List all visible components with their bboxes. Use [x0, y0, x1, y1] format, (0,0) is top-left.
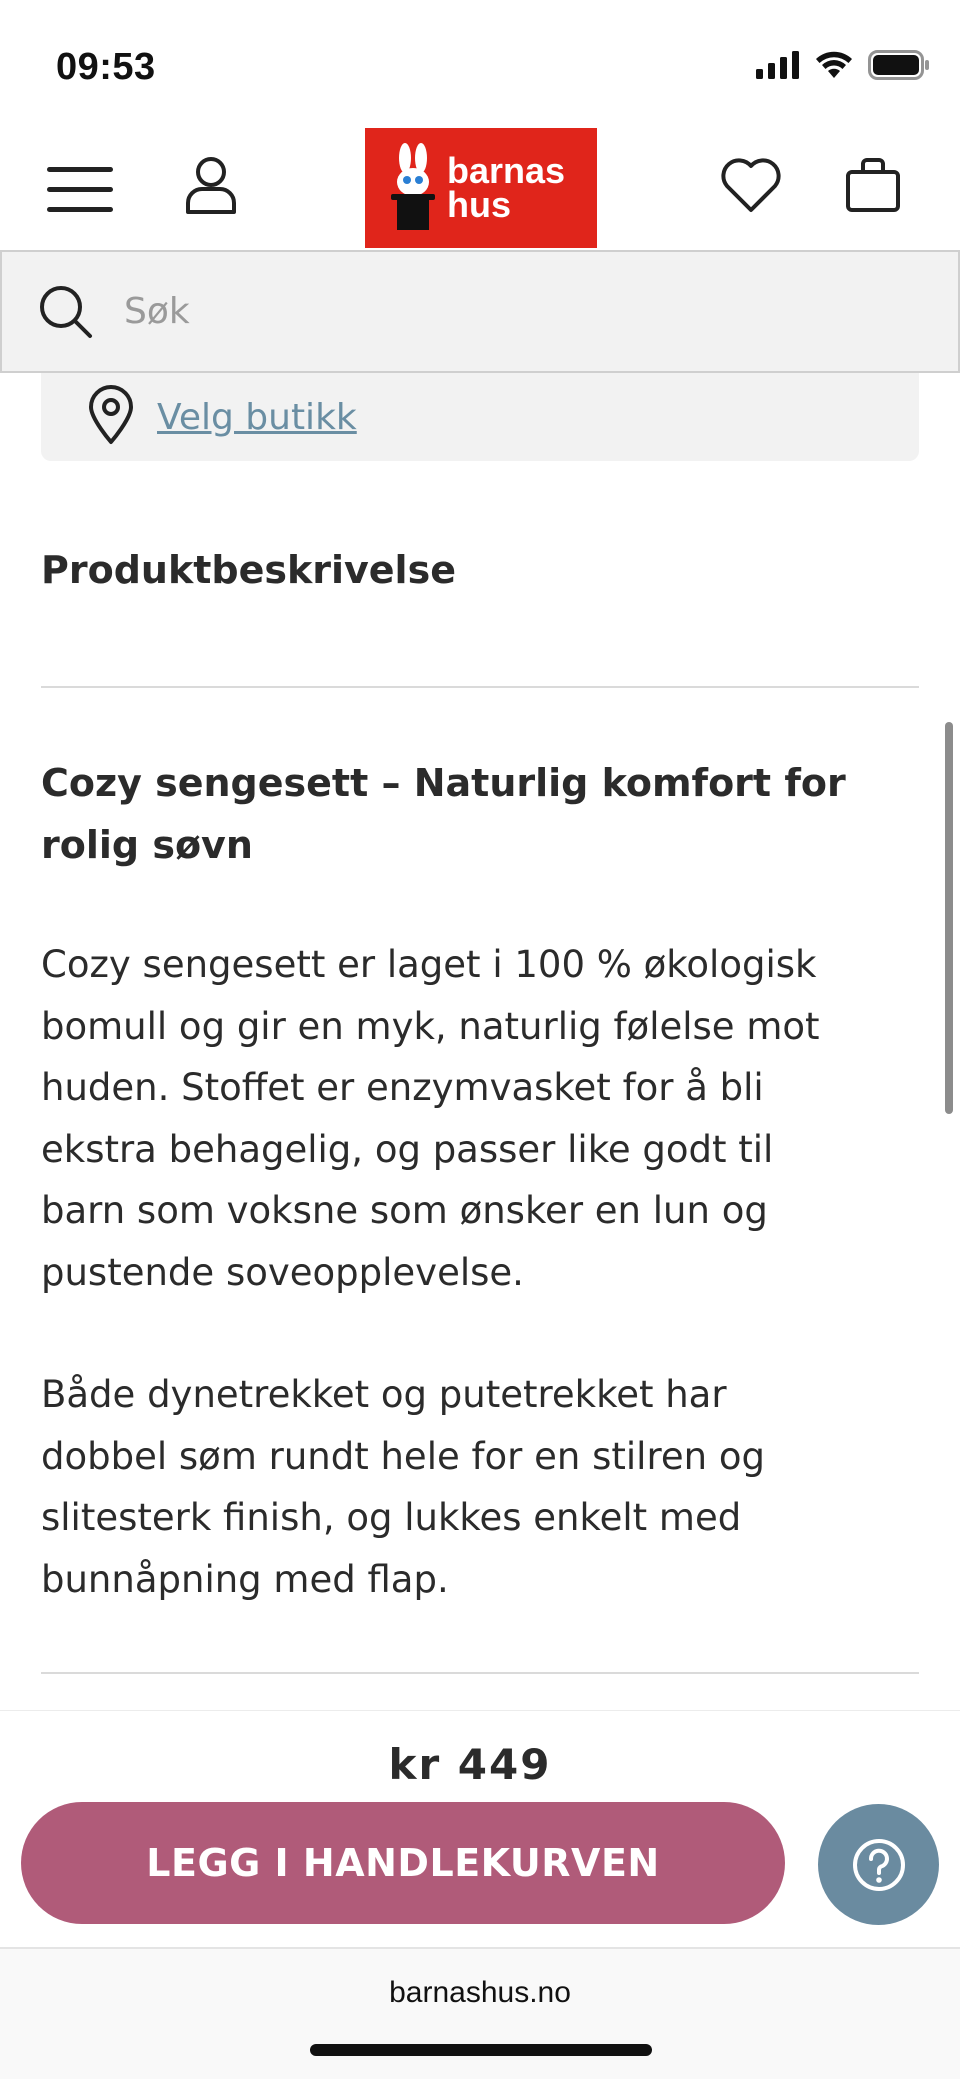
- battery-icon: [868, 50, 929, 80]
- description-paragraph-2: Både dynetrekket og putetrekket har dobb…: [41, 1364, 921, 1610]
- divider: [41, 686, 919, 688]
- question-mark-icon: [852, 1838, 905, 1891]
- location-pin-icon: [89, 385, 133, 444]
- paragraph-line: Cozy sengesett er laget i 100 % økologis…: [41, 943, 817, 986]
- paragraph-line: bunnåpning med flap.: [41, 1557, 449, 1601]
- page-scrollbar[interactable]: [945, 722, 953, 1114]
- store-selector: Velg butikk: [41, 373, 919, 461]
- product-description-title[interactable]: Produktbeskrivelse: [41, 548, 456, 592]
- paragraph-line: pustende soveopplevelse.: [41, 1250, 524, 1294]
- product-heading: Cozy sengesett – Naturlig komfort for ro…: [41, 752, 901, 876]
- divider: [41, 1672, 919, 1674]
- logo-line-1: barnas: [447, 150, 566, 191]
- paragraph-line: huden. Stoffet er enzymvasket for å bli: [41, 1066, 764, 1109]
- search-icon: [40, 285, 92, 338]
- search-field[interactable]: Søk: [0, 250, 960, 373]
- product-price: kr 449: [388, 1740, 552, 1789]
- status-bar: 09:53: [0, 0, 960, 120]
- paragraph-line: barn som voksne som ønsker en lun og: [41, 1189, 768, 1232]
- hamburger-menu-icon: [47, 167, 113, 212]
- search-placeholder: Søk: [124, 291, 190, 332]
- url-text[interactable]: barnashus.no: [0, 1976, 960, 2010]
- heart-icon: [721, 158, 781, 212]
- cart-button-header[interactable]: [838, 150, 908, 220]
- product-heading-line: rolig søvn: [41, 823, 253, 867]
- add-to-cart-button[interactable]: LEGG I HANDLEKURVEN: [21, 1802, 785, 1924]
- paragraph-line: Både dynetrekket og putetrekket har: [41, 1373, 727, 1416]
- help-button[interactable]: [818, 1804, 939, 1925]
- wifi-icon: [816, 51, 852, 78]
- menu-button[interactable]: [40, 160, 120, 220]
- home-indicator[interactable]: [310, 2044, 652, 2056]
- description-paragraph-1: Cozy sengesett er laget i 100 % økologis…: [41, 934, 921, 1303]
- cellular-signal-icon: [756, 51, 799, 79]
- wishlist-button[interactable]: [716, 150, 786, 220]
- paragraph-line: dobbel søm rundt hele for en stilren og: [41, 1434, 765, 1478]
- logo-line-2: hus: [447, 184, 512, 225]
- shopping-bag-icon: [846, 158, 900, 212]
- status-icons: [756, 50, 930, 80]
- paragraph-line: bomull og gir en myk, naturlig følelse m…: [41, 1004, 820, 1048]
- logo-text: barnas hus: [447, 150, 566, 225]
- rabbit-in-hat-icon: [391, 143, 435, 230]
- site-logo[interactable]: barnas hus: [365, 128, 597, 248]
- product-heading-line: Cozy sengesett – Naturlig komfort for: [41, 761, 846, 805]
- paragraph-line: ekstra behagelig, og passer like godt ti…: [41, 1127, 774, 1171]
- choose-store-link[interactable]: Velg butikk: [157, 397, 357, 438]
- account-button[interactable]: [178, 150, 244, 220]
- status-time: 09:53: [56, 46, 156, 88]
- browser-url-bar: [0, 1947, 960, 2079]
- paragraph-line: slitesterk finish, og lukkes enkelt med: [41, 1496, 742, 1539]
- user-icon: [186, 157, 236, 214]
